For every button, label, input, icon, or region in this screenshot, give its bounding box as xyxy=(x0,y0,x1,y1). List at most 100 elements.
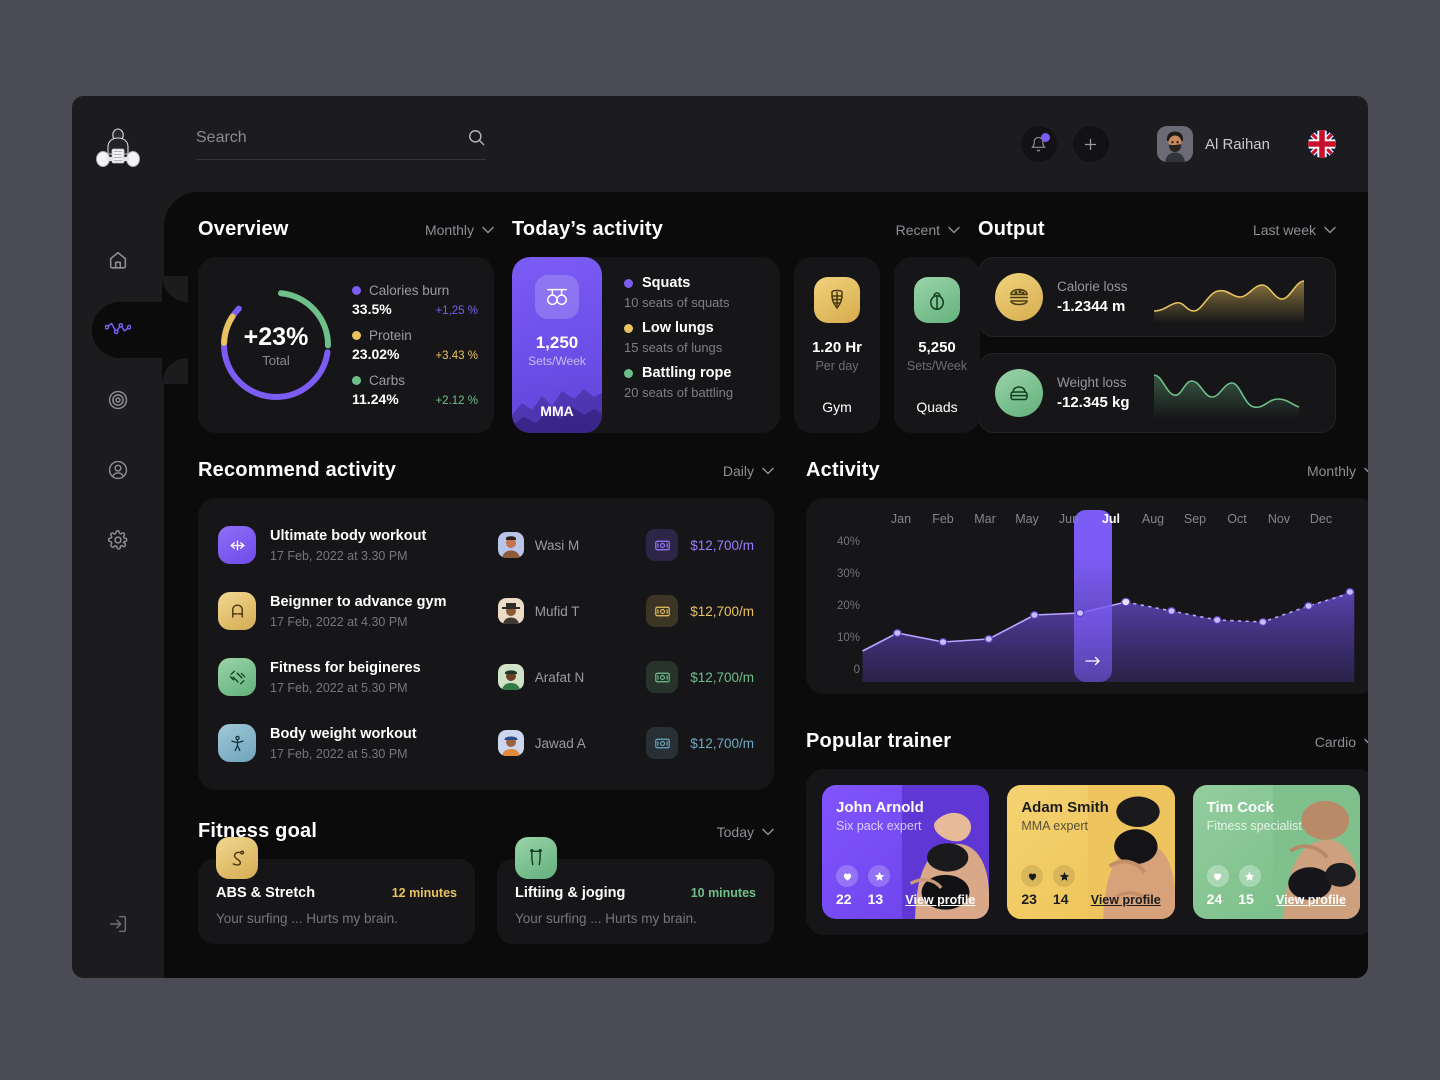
output-card-weight-loss[interactable]: Weight loss -12.345 kg xyxy=(978,353,1336,433)
scale-icon xyxy=(995,369,1043,417)
trainer-card-adam[interactable]: Adam Smith MMA expert 23 14 View profile xyxy=(1007,785,1175,919)
price: $12,700/m xyxy=(690,735,754,751)
avatar xyxy=(497,598,524,624)
donut-total-value: +23% xyxy=(243,322,309,351)
user-menu[interactable]: Al Raihan xyxy=(1156,126,1270,162)
like-icon xyxy=(836,865,858,887)
today-title: Today’s activity xyxy=(512,218,664,240)
target-icon xyxy=(108,390,128,410)
stat-value: 1.20 Hr xyxy=(811,339,863,356)
donut-center-label: +23% Total xyxy=(214,283,338,407)
notifications-button[interactable] xyxy=(1020,126,1057,162)
sidebar-item-analytics[interactable] xyxy=(72,276,188,384)
goal-description: Your surfing ... Hurts my brain. xyxy=(515,911,697,926)
featured-activity-card[interactable]: 1,250 Sets/Week MMA xyxy=(512,257,602,433)
legend-label: Protein xyxy=(369,328,412,343)
bottom-widgets-row: Recommend activity Daily Ultimate body w… xyxy=(198,459,1368,944)
output-section: Output Last week Calorie loss -1.2344 m … xyxy=(978,218,1336,433)
sidebar-item-home[interactable] xyxy=(72,228,164,292)
trainer-likes: 22 xyxy=(836,891,852,907)
activity-sub: 15 seats of lungs xyxy=(624,340,723,355)
output-card-calorie-loss[interactable]: Calorie loss -1.2344 m xyxy=(978,257,1336,337)
rings-icon xyxy=(535,275,579,319)
legend-label: Calories burn xyxy=(369,283,450,298)
main-region: Al Raihan xyxy=(164,96,1368,978)
trainer-cell: Jawad A xyxy=(497,730,647,756)
activity-title: Fitness for beigineres xyxy=(270,659,421,676)
analytics-icon xyxy=(105,322,131,335)
search-icon[interactable] xyxy=(467,128,486,147)
sidebar-item-settings[interactable] xyxy=(72,508,164,572)
goal-card-abs[interactable]: ABS & Stretch 12 minutes Your surfing ..… xyxy=(198,837,475,944)
activity-sub: 10 seats of squats xyxy=(624,295,730,310)
page-title: Overview xyxy=(198,218,289,240)
stat-card-gym[interactable]: 1.20 Hr Per day Gym xyxy=(794,257,880,433)
today-filter-label: Recent xyxy=(895,221,940,238)
trainer-cell: Mufid T xyxy=(497,598,647,624)
goal-card-lifting[interactable]: Liftiing & joging 10 minutes Your surfin… xyxy=(497,837,774,944)
stat-value: 5,250 xyxy=(918,339,956,356)
trainer-card-tim[interactable]: Tim Cock Fitness specialist 24 15 View p… xyxy=(1192,785,1360,919)
home-icon xyxy=(109,251,127,269)
logout-button[interactable] xyxy=(107,913,129,940)
today-activity-section: Today’s activity Recent 1,250 Sets/Week … xyxy=(512,218,980,433)
trainer-name: Mufid T xyxy=(534,603,580,619)
view-profile-link[interactable]: View profile xyxy=(1276,893,1346,907)
legend-item: Calories burn 33.5% +1,25 % xyxy=(352,283,478,317)
trainer-role: Six pack expert xyxy=(836,819,922,833)
activity-dot xyxy=(624,368,633,378)
trainer-stars: 14 xyxy=(1052,891,1069,907)
avatar xyxy=(497,730,524,756)
table-row[interactable]: Fitness for beigineres 17 Feb, 2022 at 5… xyxy=(218,644,754,710)
bodyweight-icon xyxy=(218,724,256,762)
stat-sub: Sets/Week xyxy=(906,359,968,373)
gear-icon xyxy=(107,530,128,550)
stat-card-quads[interactable]: 5,250 Sets/Week Quads xyxy=(894,257,980,433)
sidebar-item-profile[interactable] xyxy=(72,438,164,502)
dumbbell-icon xyxy=(218,658,256,696)
recommend-filter[interactable]: Daily xyxy=(723,463,774,479)
star-icon xyxy=(1238,865,1261,887)
activity-date: 17 Feb, 2022 at 4.30 PM xyxy=(270,614,408,629)
view-profile-link[interactable]: View profile xyxy=(1091,893,1161,907)
user-name: Al Raihan xyxy=(1204,135,1270,153)
table-row[interactable]: Beignner to advance gym 17 Feb, 2022 at … xyxy=(218,578,754,644)
sidebar xyxy=(72,96,188,978)
overview-filter[interactable]: Monthly xyxy=(425,222,494,238)
goal-title: ABS & Stretch xyxy=(216,885,316,901)
trainer-card-john[interactable]: John Arnold Six pack expert 22 13 View p… xyxy=(822,785,990,919)
legend-value: 11.24% xyxy=(352,391,399,407)
today-filter[interactable]: Recent xyxy=(896,222,960,238)
table-row[interactable]: Body weight workout 17 Feb, 2022 at 5.30… xyxy=(218,710,754,776)
output-filter[interactable]: Last week xyxy=(1253,222,1336,238)
price: $12,700/m xyxy=(690,603,754,619)
goal-duration: 12 minutes xyxy=(391,886,457,900)
output-label: Calorie loss xyxy=(1057,279,1128,294)
search-bar[interactable] xyxy=(196,128,486,160)
money-icon xyxy=(646,661,679,693)
sidebar-item-target[interactable] xyxy=(72,368,164,432)
search-input[interactable] xyxy=(196,128,467,147)
uk-flag-icon[interactable] xyxy=(1308,130,1336,158)
goals-filter[interactable]: Today xyxy=(717,824,774,840)
activity-filter[interactable]: Monthly xyxy=(1307,463,1368,479)
chevron-down-icon xyxy=(1324,226,1336,234)
goal-description: Your surfing ... Hurts my brain. xyxy=(216,911,398,926)
overview-legend: Calories burn 33.5% +1,25 % Protein 23.0… xyxy=(346,283,478,407)
goals-filter-label: Today xyxy=(716,823,754,840)
table-row[interactable]: Ultimate body workout 17 Feb, 2022 at 3.… xyxy=(218,512,754,578)
abs-icon xyxy=(814,277,860,323)
add-button[interactable] xyxy=(1072,126,1109,162)
goals-header: Fitness goal Today xyxy=(198,820,774,843)
star-icon xyxy=(1053,865,1076,887)
legend-item: Protein 23.02% +3.43 % xyxy=(352,328,478,362)
view-profile-link[interactable]: View profile xyxy=(905,893,975,907)
stat-name: Gym xyxy=(822,399,852,415)
kettlebell-icon xyxy=(914,277,960,323)
trainers-filter[interactable]: Cardio xyxy=(1315,734,1368,750)
price: $12,700/m xyxy=(690,537,754,553)
today-header: Today’s activity Recent xyxy=(512,218,960,241)
topbar: Al Raihan xyxy=(164,96,1368,192)
topbar-actions: Al Raihan xyxy=(1020,126,1336,162)
featured-sparkline xyxy=(512,389,602,433)
